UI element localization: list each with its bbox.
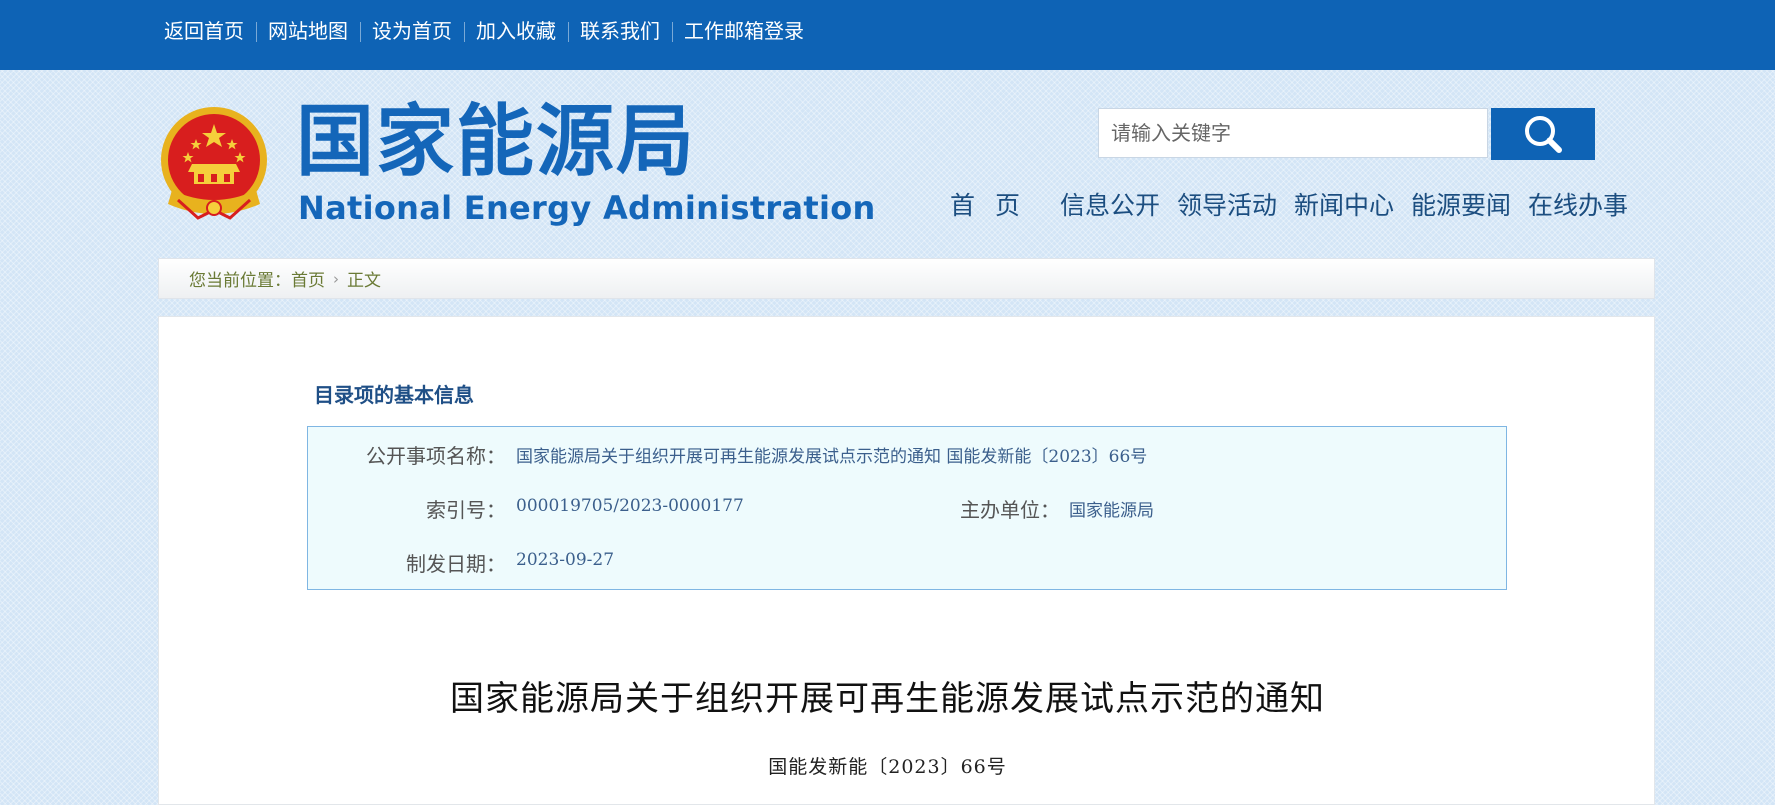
nav-info-disclosure[interactable]: 信息公开 (1060, 188, 1160, 224)
breadcrumb-current: 正文 (347, 271, 381, 291)
breadcrumb-home-link[interactable]: 首页 (291, 266, 325, 291)
nav-online-services[interactable]: 在线办事 (1528, 188, 1628, 224)
name-label: 公开事项名称： (366, 444, 506, 468)
breadcrumb-prefix: 您当前位置： (189, 271, 291, 291)
top-link-set-homepage[interactable]: 设为首页 (360, 19, 464, 43)
top-link-mail-login[interactable]: 工作邮箱登录 (672, 19, 816, 43)
org-label: 主办单位： (960, 498, 1060, 522)
index-value: 000019705/2023-0000177 (516, 496, 744, 516)
top-link-sitemap[interactable]: 网站地图 (256, 19, 360, 43)
search-button[interactable] (1491, 108, 1595, 160)
national-emblem-icon[interactable] (158, 106, 270, 224)
document-number: 国能发新能〔2023〕66号 (768, 756, 1007, 778)
top-link-home[interactable]: 返回首页 (152, 19, 256, 43)
document-title: 国家能源局关于组织开展可再生能源发展试点示范的通知 (450, 679, 1325, 719)
org-value: 国家能源局 (1069, 501, 1154, 521)
main-nav: 首 页 信息公开 领导活动 新闻中心 能源要闻 在线办事 (950, 188, 1645, 224)
top-nav: 返回首页 网站地图 设为首页 加入收藏 联系我们 工作邮箱登录 (152, 0, 816, 62)
date-label: 制发日期： (406, 552, 506, 576)
breadcrumb: 您当前位置： 首页 › 正文 (158, 258, 1655, 299)
info-section-title: 目录项的基本信息 (314, 383, 474, 407)
nav-home[interactable]: 首 页 (950, 188, 1026, 224)
top-link-contact[interactable]: 联系我们 (568, 19, 672, 43)
nav-news-center[interactable]: 新闻中心 (1294, 188, 1394, 224)
index-label: 索引号： (426, 498, 506, 522)
nav-energy-news[interactable]: 能源要闻 (1411, 188, 1511, 224)
site-logo-chinese[interactable]: 国家能源局 (296, 96, 696, 188)
name-value: 国家能源局关于组织开展可再生能源发展试点示范的通知 国能发新能〔2023〕66号 (516, 447, 1148, 467)
breadcrumb-chevron-icon: › (333, 269, 339, 288)
site-logo-english[interactable]: National Energy Administration (298, 188, 876, 228)
top-link-bookmark[interactable]: 加入收藏 (464, 19, 568, 43)
search-icon (1525, 116, 1562, 153)
info-box: 公开事项名称： 国家能源局关于组织开展可再生能源发展试点示范的通知 国能发新能〔… (307, 426, 1507, 590)
top-bar: 返回首页 网站地图 设为首页 加入收藏 联系我们 工作邮箱登录 (0, 0, 1775, 70)
search-input[interactable] (1098, 108, 1488, 158)
date-value: 2023-09-27 (516, 550, 615, 570)
nav-leader-activities[interactable]: 领导活动 (1177, 188, 1277, 224)
